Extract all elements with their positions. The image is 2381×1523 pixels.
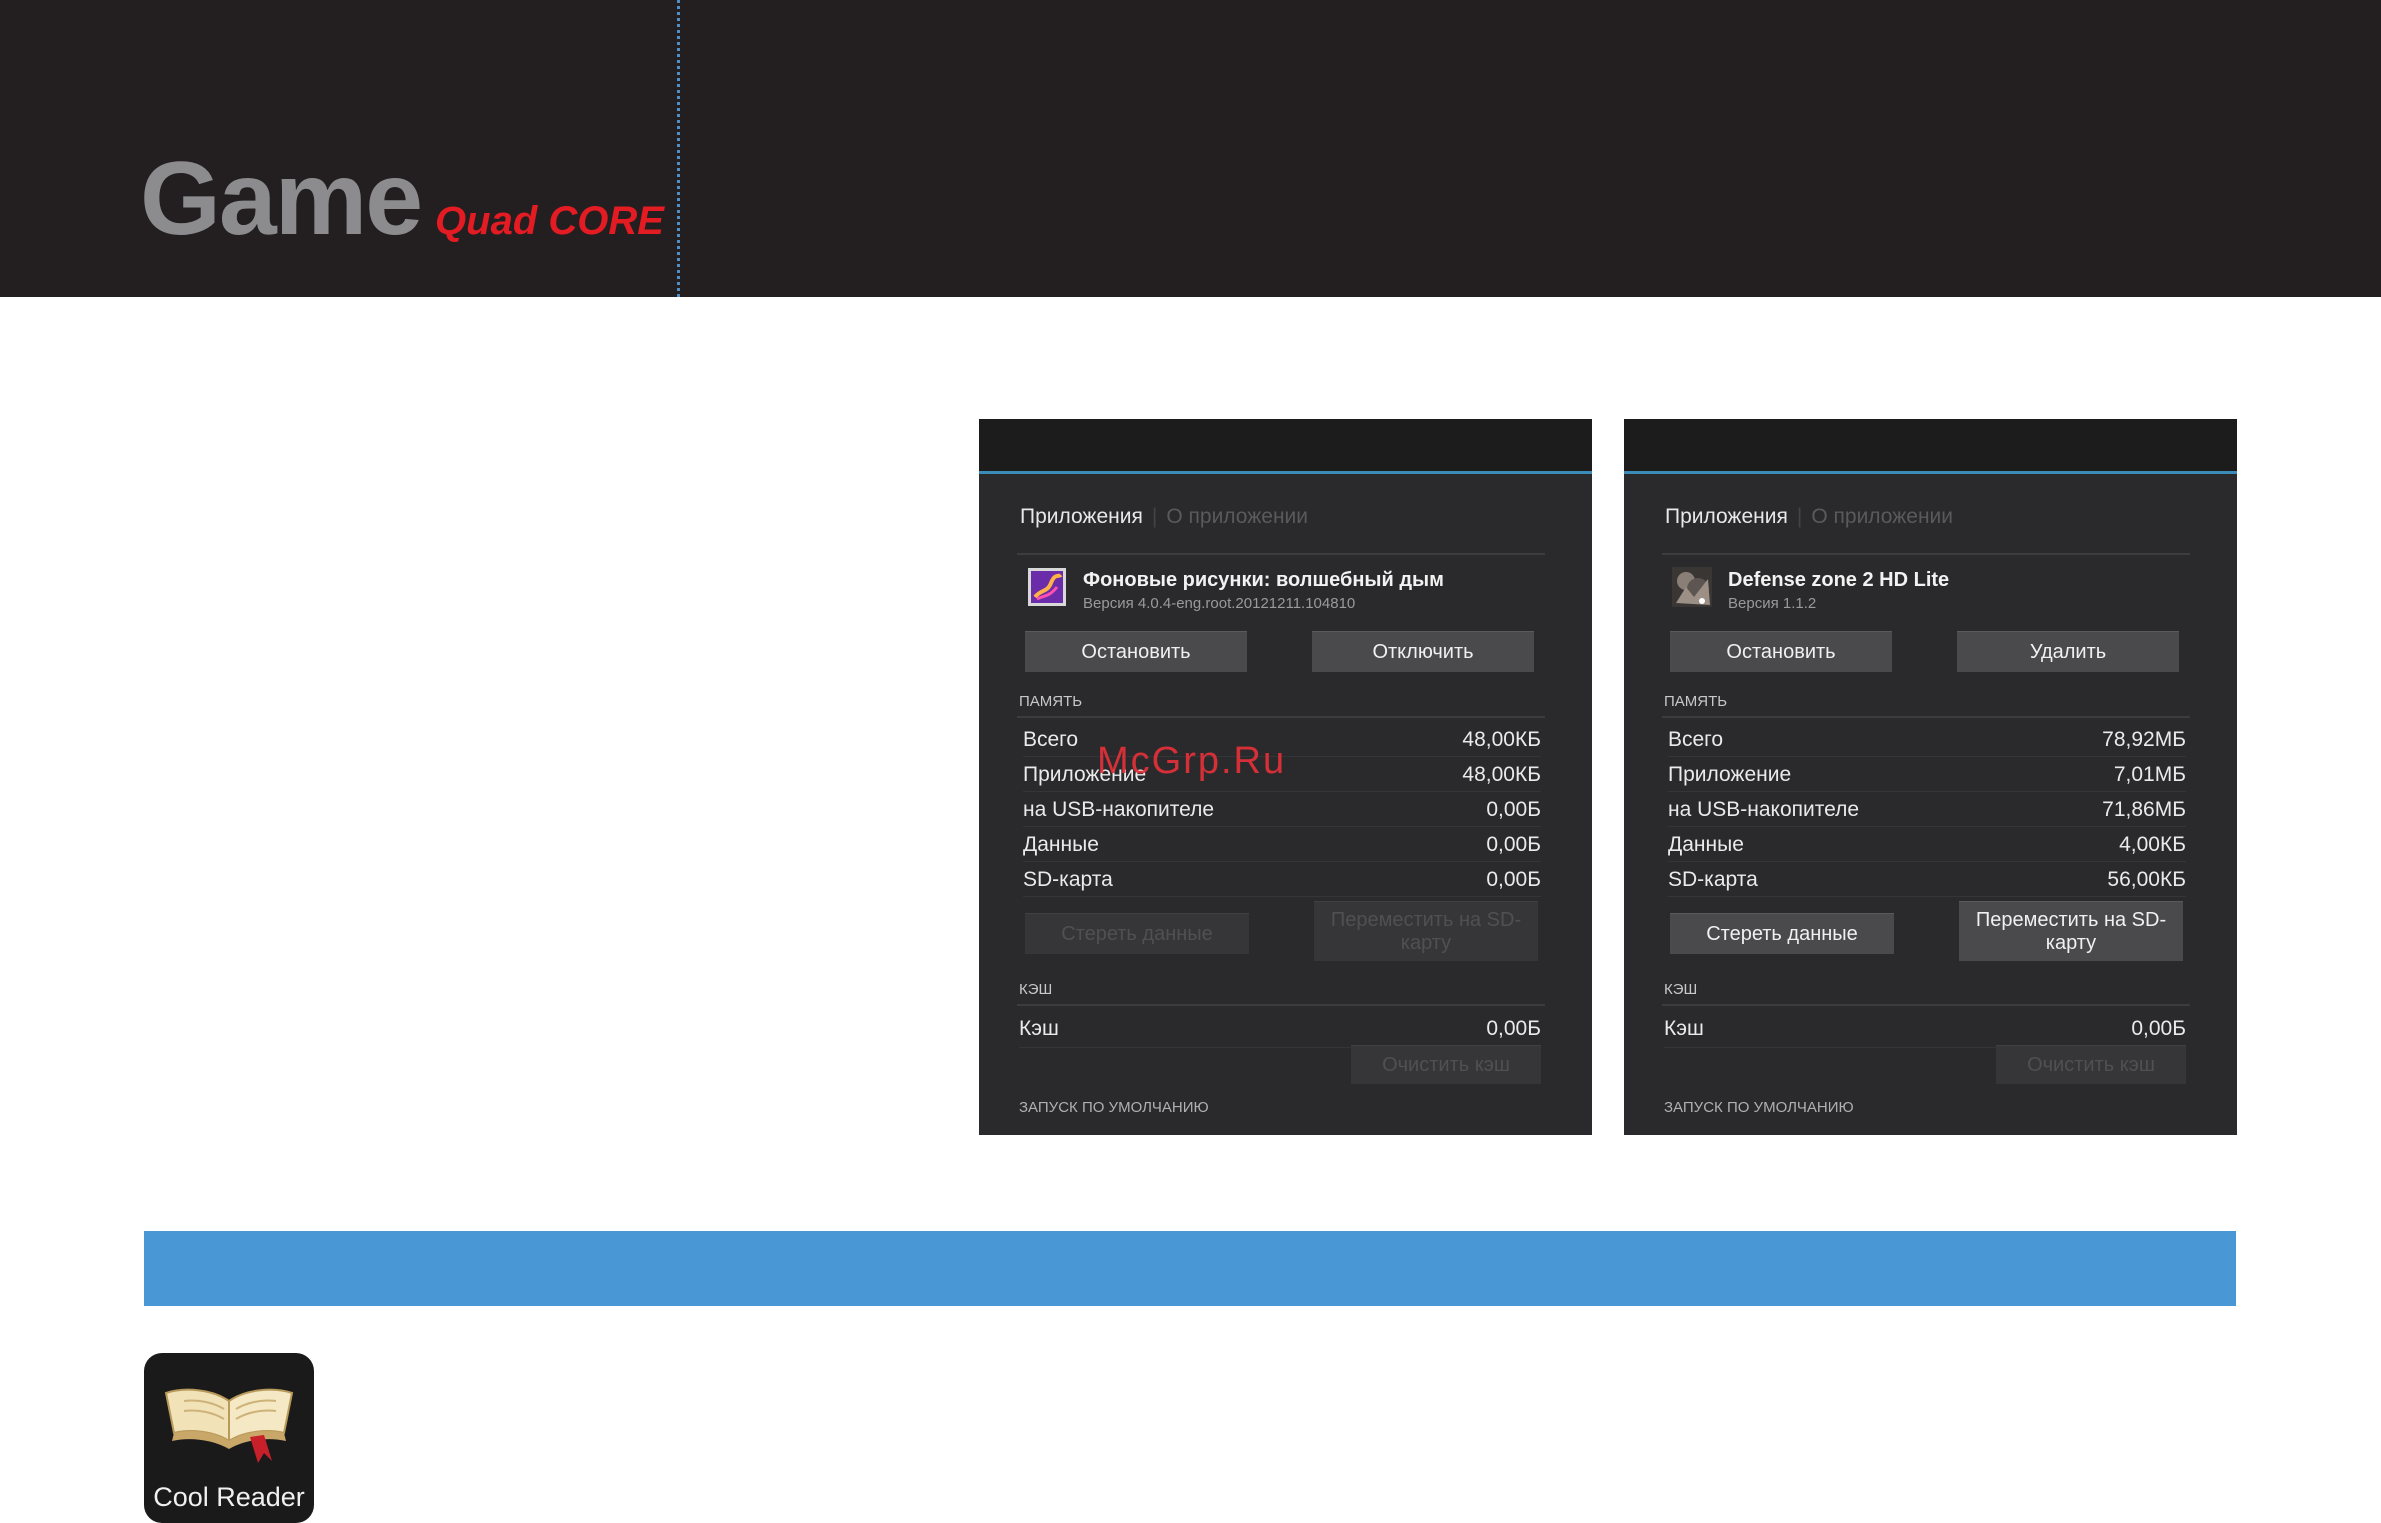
brand-title: Game (140, 141, 423, 257)
breadcrumb-app-info: О приложении (1811, 505, 1954, 528)
divider (1017, 716, 1545, 718)
breadcrumb: Приложения | О приложении (1020, 505, 1309, 528)
storage-label: Приложение (1668, 763, 1792, 786)
status-bar (1624, 419, 2237, 471)
storage-value: 0,00Б (1486, 868, 1541, 891)
brand-logo: Game Quad CORE (140, 140, 664, 259)
breadcrumb-apps[interactable]: Приложения (1665, 505, 1788, 528)
cache-value: 0,00Б (1486, 1017, 1541, 1040)
app-info-screen-2: Приложения | О приложении Defense zone 2 H… (1624, 419, 2237, 1135)
storage-value: 7,01МБ (2113, 763, 2186, 786)
storage-value: 4,00КБ (2119, 833, 2186, 856)
uninstall-button[interactable]: Удалить (1957, 631, 2179, 672)
storage-row: на USB-накопителе 0,00Б (1023, 792, 1541, 827)
breadcrumb-app-info: О приложении (1166, 505, 1309, 528)
breadcrumb: Приложения | О приложении (1665, 505, 1954, 528)
storage-label: Данные (1023, 833, 1099, 856)
divider (1662, 1004, 2190, 1006)
game-app-icon (1672, 567, 1712, 607)
watermark: McGrp.Ru (1097, 740, 1287, 782)
clear-cache-button[interactable]: Очистить кэш (1996, 1045, 2186, 1084)
storage-label: SD-карта (1023, 868, 1113, 891)
app-name: Фоновые рисунки: волшебный дым (1083, 569, 1444, 591)
divider (1017, 1004, 1545, 1006)
storage-label: Всего (1023, 728, 1079, 751)
launch-default-header: ЗАПУСК ПО УМОЛЧАНИЮ (1019, 1099, 1209, 1116)
cache-header: КЭШ (1664, 981, 1698, 998)
section-bar (144, 1231, 2236, 1306)
move-to-sd-button[interactable]: Переместить на SD-карту (1314, 901, 1538, 961)
cache-label: Кэш (1664, 1017, 1704, 1040)
clear-data-button[interactable]: Стереть данные (1025, 913, 1249, 954)
storage-row: SD-карта 56,00КБ (1668, 862, 2186, 897)
cache-value: 0,00Б (2131, 1017, 2186, 1040)
book-icon (164, 1388, 294, 1463)
header-band: Game Quad CORE (0, 0, 2381, 297)
status-bar-accent (979, 471, 1592, 474)
storage-label: Данные (1668, 833, 1744, 856)
storage-value: 48,00КБ (1462, 763, 1541, 786)
stop-button[interactable]: Остановить (1025, 631, 1247, 672)
storage-row: Всего 78,92МБ (1668, 722, 2186, 757)
storage-label: на USB-накопителе (1668, 798, 1860, 821)
storage-row: Данные 4,00КБ (1668, 827, 2186, 862)
launch-default-header: ЗАПУСК ПО УМОЛЧАНИЮ (1664, 1099, 1854, 1116)
storage-value: 71,86МБ (2102, 798, 2186, 821)
cool-reader-label: Cool Reader (153, 1482, 305, 1512)
cache-row: Кэш 0,00Б (1019, 1013, 1541, 1048)
storage-row: Приложение 7,01МБ (1668, 757, 2186, 792)
app-version: Версия 4.0.4-eng.root.20121211.104810 (1083, 595, 1356, 612)
divider (1662, 716, 2190, 718)
app-name: Defense zone 2 HD Lite (1728, 569, 1950, 591)
clear-cache-button[interactable]: Очистить кэш (1351, 1045, 1541, 1084)
storage-row: Данные 0,00Б (1023, 827, 1541, 862)
clear-data-button[interactable]: Стереть данные (1670, 913, 1894, 954)
cache-label: Кэш (1019, 1017, 1059, 1040)
stop-button[interactable]: Остановить (1670, 631, 1892, 672)
storage-label: SD-карта (1668, 868, 1758, 891)
status-bar (979, 419, 1592, 471)
storage-label: на USB-накопителе (1023, 798, 1215, 821)
cache-row: Кэш 0,00Б (1664, 1013, 2186, 1048)
storage-row: на USB-накопителе 71,86МБ (1668, 792, 2186, 827)
memory-header: ПАМЯТЬ (1664, 693, 1728, 710)
storage-value: 78,92МБ (2102, 728, 2186, 751)
disable-button[interactable]: Отключить (1312, 631, 1534, 672)
divider (1662, 553, 2190, 555)
wallpaper-app-icon (1028, 568, 1066, 606)
divider (1017, 553, 1545, 555)
app-version: Версия 1.1.2 (1728, 595, 1817, 612)
storage-row: SD-карта 0,00Б (1023, 862, 1541, 897)
memory-header: ПАМЯТЬ (1019, 693, 1083, 710)
cache-header: КЭШ (1019, 981, 1053, 998)
move-to-sd-button[interactable]: Переместить на SD-карту (1959, 901, 2183, 961)
status-bar-accent (1624, 471, 2237, 474)
dotted-divider (677, 0, 680, 297)
brand-subtitle: Quad CORE (435, 199, 664, 243)
storage-label: Всего (1668, 728, 1724, 751)
storage-value: 48,00КБ (1462, 728, 1541, 751)
storage-value: 0,00Б (1486, 833, 1541, 856)
breadcrumb-apps[interactable]: Приложения (1020, 505, 1143, 528)
storage-value: 0,00Б (1486, 798, 1541, 821)
cool-reader-app-icon[interactable]: Cool Reader (144, 1353, 314, 1523)
storage-value: 56,00КБ (2107, 868, 2186, 891)
